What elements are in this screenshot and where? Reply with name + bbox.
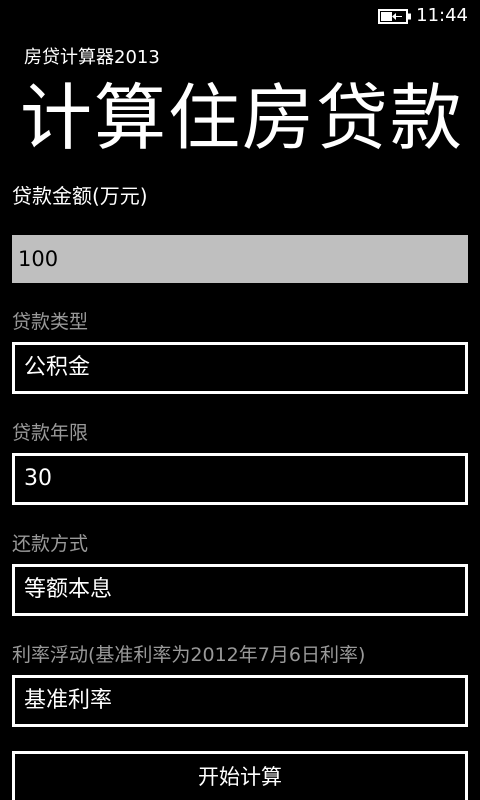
rate-float-select[interactable]: 基准利率	[12, 675, 468, 727]
loan-type-label: 贷款类型	[12, 311, 89, 333]
battery-charging-icon	[378, 9, 411, 24]
status-time: 11:44	[416, 5, 468, 26]
loan-amount-label: 贷款金额(万元)	[12, 184, 148, 208]
app-title: 房贷计算器2013	[24, 47, 160, 68]
loan-term-label: 贷款年限	[12, 422, 89, 444]
loan-type-select[interactable]: 公积金	[12, 342, 468, 394]
start-calculation-button[interactable]: 开始计算	[12, 751, 468, 800]
repayment-method-select[interactable]: 等额本息	[12, 564, 468, 616]
status-bar: 11:44	[0, 0, 480, 32]
loan-term-select[interactable]: 30	[12, 453, 468, 505]
repayment-method-label: 还款方式	[12, 533, 89, 555]
loan-amount-input[interactable]: 100	[12, 235, 468, 283]
page-title: 计算住房贷款	[20, 76, 465, 160]
rate-float-label: 利率浮动(基准利率为2012年7月6日利率)	[12, 644, 366, 666]
